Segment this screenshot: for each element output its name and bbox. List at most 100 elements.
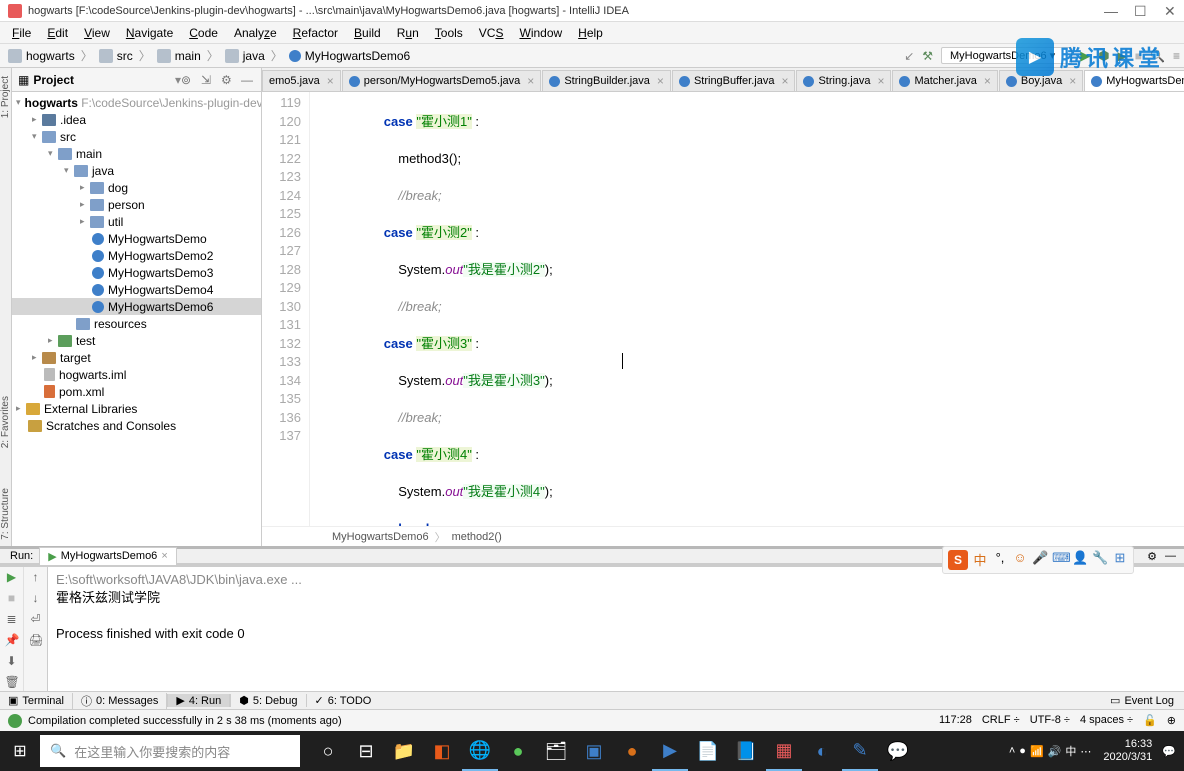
run-hide-icon[interactable]: —	[1165, 550, 1176, 563]
menu-navigate[interactable]: Navigate	[118, 24, 181, 42]
ime-tools-icon[interactable]: 🔧	[1092, 550, 1108, 566]
bt-debug[interactable]: ⬢ 5: Debug	[230, 694, 306, 707]
nav-hammer-icon[interactable]: ⚒	[922, 49, 933, 63]
tab-stringbuffer[interactable]: StringBuffer.java×	[672, 70, 796, 91]
tab-string[interactable]: String.java×	[796, 70, 891, 91]
tray-notif-icon[interactable]: 💬	[1162, 745, 1176, 758]
pin-run-icon[interactable]: 📌	[5, 633, 19, 647]
crumb-hogwarts[interactable]: hogwarts	[4, 49, 79, 63]
status-position[interactable]: 117:28	[939, 714, 972, 727]
project-tree[interactable]: ▾hogwarts F:\codeSource\Jenkins-plugin-d…	[12, 92, 261, 546]
taskbar-app14[interactable]: 💬	[880, 731, 916, 771]
taskbar-intellij[interactable]: ▦	[766, 731, 802, 771]
more-icon[interactable]: ≡	[1173, 49, 1180, 63]
crumb-file[interactable]: MyHogwartsDemo6	[285, 49, 414, 63]
ime-mic-icon[interactable]: 🎤	[1032, 550, 1048, 566]
stop-icon[interactable]: ■	[5, 591, 19, 605]
bt-messages[interactable]: ⓘ 0: Messages	[72, 693, 167, 709]
ime-person-icon[interactable]: 👤	[1072, 550, 1088, 566]
taskview-icon[interactable]: ⊟	[348, 731, 384, 771]
ime-emoji-icon[interactable]: ☺	[1012, 550, 1028, 566]
menu-run[interactable]: Run	[389, 24, 427, 42]
collapse-icon[interactable]: ⇲	[201, 73, 215, 87]
taskbar-app12[interactable]: ◐	[804, 731, 840, 771]
crumb-java[interactable]: java	[221, 49, 269, 63]
tab-demo6[interactable]: MyHogwartsDemo6.java×	[1084, 70, 1184, 91]
stop-button[interactable]: ■	[1135, 49, 1142, 63]
status-indent[interactable]: 4 spaces ÷	[1080, 714, 1133, 727]
bt-run[interactable]: ▶ 4: Run	[167, 694, 230, 707]
run-tab[interactable]: ▶MyHogwartsDemo6×	[39, 547, 177, 566]
status-lock-icon[interactable]: 🔓	[1143, 714, 1157, 727]
tray-clock[interactable]: 16:33 2020/3/31	[1103, 738, 1152, 764]
ime-keyboard-icon[interactable]: ⌨	[1052, 550, 1068, 566]
coverage-button[interactable]: ▶	[1118, 49, 1127, 63]
ime-punct-icon[interactable]: °,	[992, 550, 1008, 566]
run-settings-icon[interactable]: ⚙	[1147, 550, 1157, 563]
wrap-icon[interactable]: ⏎	[29, 612, 43, 626]
ime-grid-icon[interactable]: ⊞	[1112, 550, 1128, 566]
up-icon[interactable]: ↑	[29, 570, 43, 584]
status-encoding[interactable]: UTF-8 ÷	[1030, 714, 1070, 727]
menu-build[interactable]: Build	[346, 24, 389, 42]
layout-icon[interactable]: ≣	[5, 612, 19, 626]
menu-help[interactable]: Help	[570, 24, 611, 42]
windows-start[interactable]: ⊞	[0, 731, 40, 771]
crumb-main[interactable]: main	[153, 49, 205, 63]
bt-todo[interactable]: ✓ 6: TODO	[307, 694, 380, 707]
cortana-icon[interactable]: ○	[310, 731, 346, 771]
menu-edit[interactable]: Edit	[39, 24, 76, 42]
down-icon[interactable]: ↓	[29, 591, 43, 605]
taskbar-search[interactable]: 🔍 在这里输入你要搜索的内容	[40, 735, 300, 767]
taskbar-app1[interactable]: 📁	[386, 731, 422, 771]
tab-boy[interactable]: Boy.java×	[999, 70, 1083, 91]
taskbar-chrome[interactable]: 🌐	[462, 731, 498, 771]
taskbar-app9[interactable]: 📄	[690, 731, 726, 771]
ime-char-icon[interactable]: 中	[972, 550, 988, 566]
tab-person-demo5[interactable]: person/MyHogwartsDemo5.java×	[342, 70, 542, 91]
taskbar-app7[interactable]: ●	[614, 731, 650, 771]
taskbar-app6[interactable]: ▣	[576, 731, 612, 771]
tray-ime-icon[interactable]: 中	[1065, 743, 1076, 759]
taskbar-app13[interactable]: ✎	[842, 731, 878, 771]
console-output[interactable]: E:\soft\worksoft\JAVA8\JDK\bin\java.exe …	[48, 567, 1184, 691]
run-config-dropdown[interactable]: MyHogwartsDemo6 ▾	[941, 47, 1072, 64]
crumb-src[interactable]: src	[95, 49, 137, 63]
status-lineending[interactable]: CRLF ÷	[982, 714, 1020, 727]
status-mem-icon[interactable]: ⊕	[1167, 714, 1176, 727]
menu-window[interactable]: Window	[511, 24, 570, 42]
strip-project[interactable]: 1: Project	[0, 76, 11, 118]
menu-vcs[interactable]: VCS	[471, 24, 512, 42]
menu-code[interactable]: Code	[181, 24, 226, 42]
settings-icon[interactable]: ⚙	[221, 73, 235, 87]
bt-eventlog[interactable]: ▭ Event Log	[1102, 694, 1184, 707]
debug-button[interactable]: ⬢	[1098, 48, 1109, 64]
ime-toolbar[interactable]: 中 °, ☺ 🎤 ⌨ 👤 🔧 ⊞	[942, 546, 1134, 574]
close-button[interactable]: ✕	[1164, 5, 1176, 17]
maximize-button[interactable]: ☐	[1134, 5, 1146, 17]
menu-file[interactable]: File	[4, 24, 39, 42]
run-button[interactable]: ▶	[1080, 48, 1090, 64]
search-icon[interactable]: 🔍	[1150, 49, 1165, 63]
tray-vol-icon[interactable]: 🔊	[1048, 745, 1062, 758]
bc-class[interactable]: MyHogwartsDemo6	[332, 531, 429, 543]
minimize-button[interactable]: —	[1104, 5, 1116, 17]
tab-demo5[interactable]: emo5.java×	[262, 70, 341, 91]
tray-app-icon[interactable]: ●	[1019, 745, 1026, 757]
tray-more-icon[interactable]: ⋯	[1080, 745, 1091, 758]
close-icon[interactable]: ×	[327, 74, 334, 88]
bt-terminal[interactable]: ▣ Terminal	[0, 694, 72, 707]
taskbar-app5[interactable]: 🗂	[538, 731, 574, 771]
tab-stringbuilder[interactable]: StringBuilder.java×	[542, 70, 671, 91]
menu-refactor[interactable]: Refactor	[285, 24, 346, 42]
code-editor[interactable]: case "霍小测1" : method3(); //break; case "…	[310, 92, 1184, 526]
tab-matcher[interactable]: Matcher.java×	[892, 70, 997, 91]
menu-analyze[interactable]: Analyze	[226, 24, 285, 42]
print-icon[interactable]: 🖨	[29, 633, 43, 647]
tray-up-icon[interactable]: ˄	[1009, 745, 1015, 757]
dump-icon[interactable]: ⬇	[5, 654, 19, 668]
bc-method[interactable]: method2()	[452, 531, 502, 543]
taskbar-app2[interactable]: ◧	[424, 731, 460, 771]
strip-favorites[interactable]: 2: Favorites	[0, 396, 11, 448]
strip-structure[interactable]: 7: Structure	[0, 488, 11, 540]
